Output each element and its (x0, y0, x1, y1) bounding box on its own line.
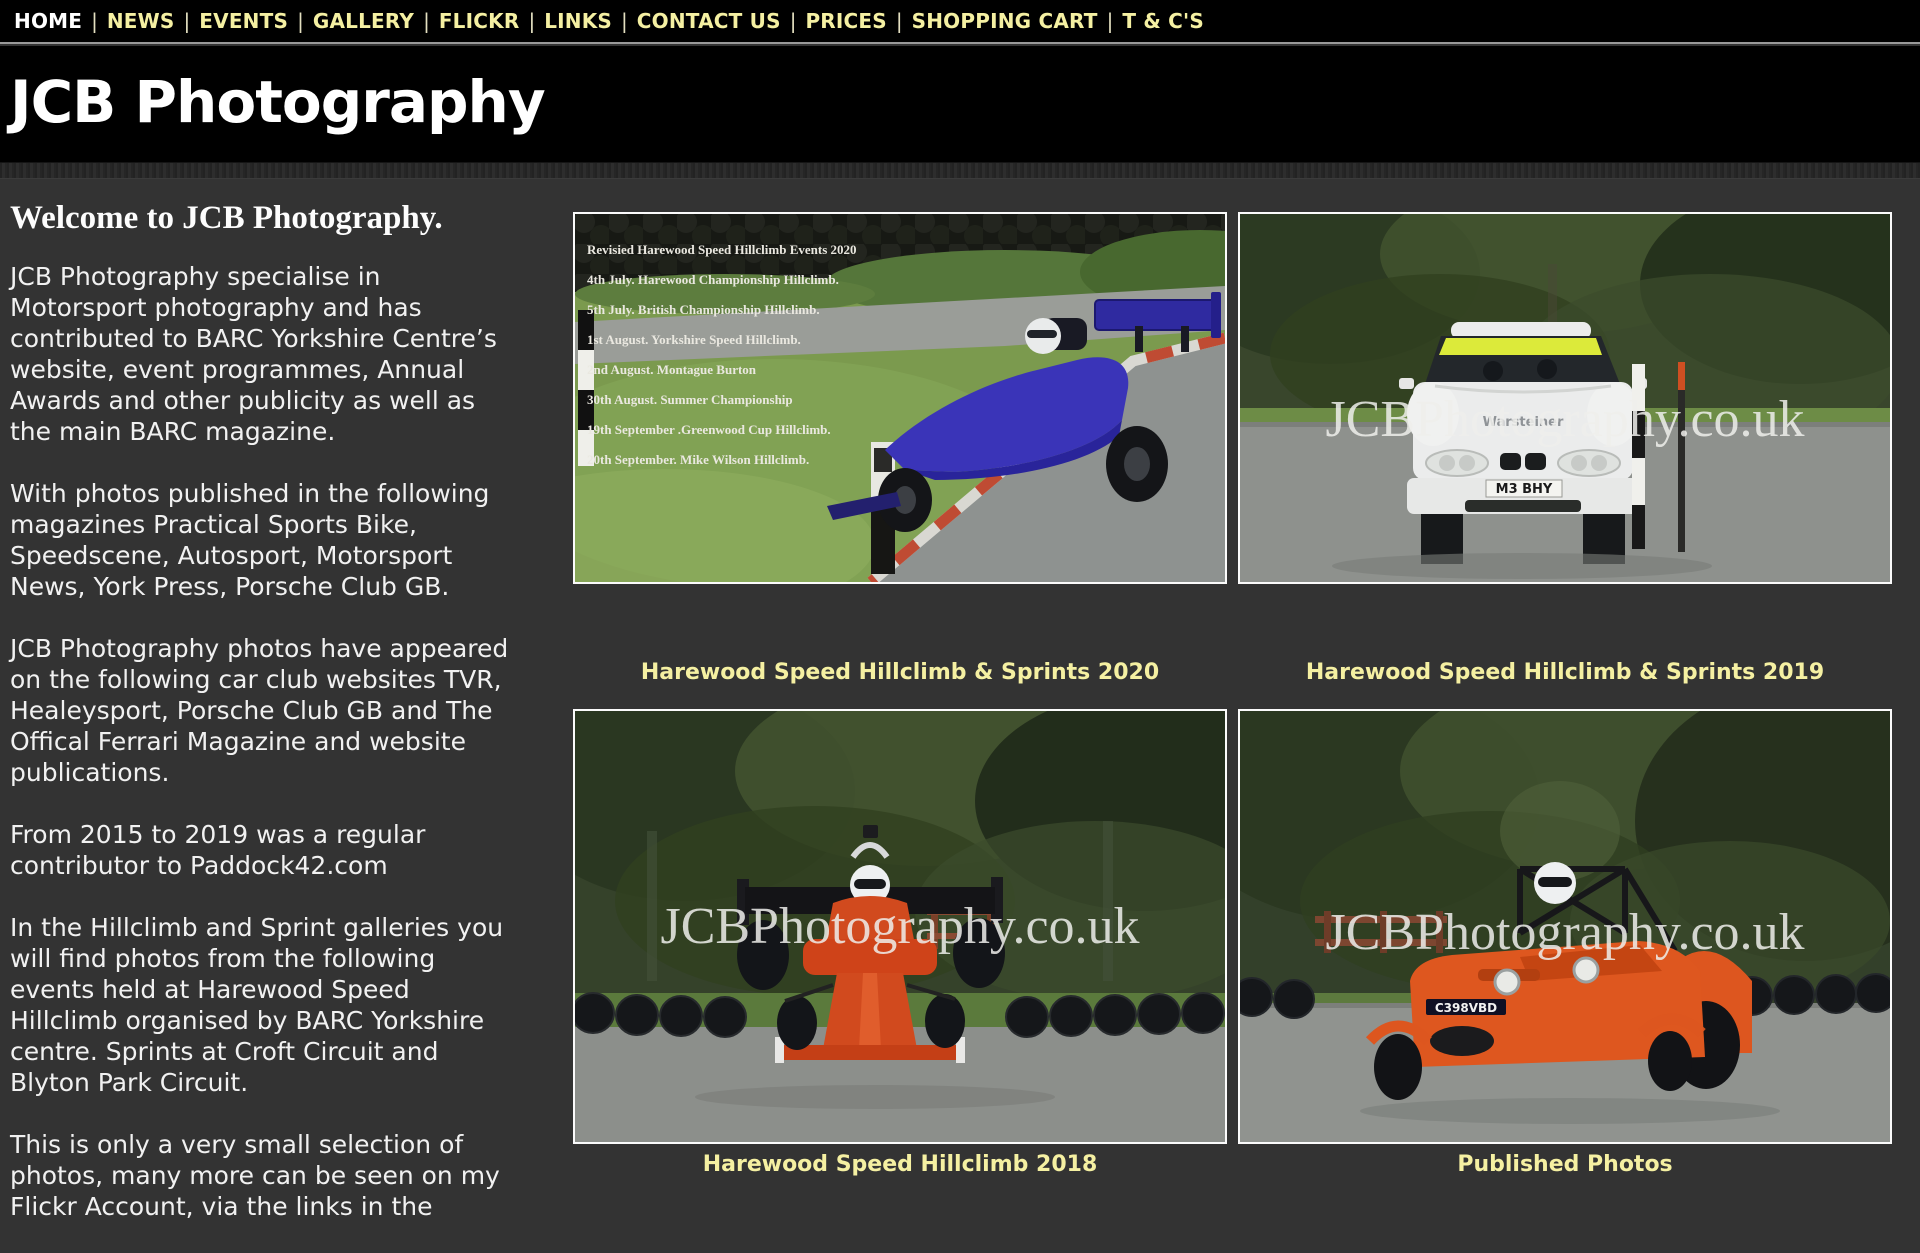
nav-item-tandcs[interactable]: T & C'S (1122, 9, 1204, 33)
watermark-text: JCBPhotography.co.uk (1325, 904, 1804, 961)
bmw-number-plate: M3 BHY (1496, 482, 1553, 497)
nav-item-prices[interactable]: PRICES (805, 9, 886, 33)
nav-separator: | (519, 9, 544, 33)
photo-published-scene: C398VBD JCBPhotography.co.uk (1240, 711, 1890, 1142)
nav-item-news[interactable]: NEWS (107, 9, 175, 33)
nav-separator: | (82, 9, 107, 33)
nav-separator: | (414, 9, 439, 33)
nav-item-events[interactable]: EVENTS (199, 9, 288, 33)
intro-paragraph: From 2015 to 2019 was a regular contribu… (10, 819, 515, 881)
svg-text:1st August. Yorkshire Speed Hi: 1st August. Yorkshire Speed Hillclimb. (587, 332, 801, 347)
nav-separator: | (887, 9, 912, 33)
kitcar-number-plate: C398VBD (1435, 1001, 1497, 1015)
photo-harewood-2020-scene: Revisied Harewood Speed Hillclimb Events… (575, 214, 1225, 582)
gallery-caption-harewood-2020[interactable]: Harewood Speed Hillclimb & Sprints 2020 (573, 660, 1227, 685)
svg-text:20th September. Mike Wilson Hi: 20th September. Mike Wilson Hillclimb. (587, 452, 809, 467)
gallery-photo-harewood-2020[interactable]: Revisied Harewood Speed Hillclimb Events… (573, 212, 1227, 584)
nav-separator: | (612, 9, 637, 33)
gallery-photo-harewood-2018[interactable]: JCBPhotography.co.uk (573, 709, 1227, 1144)
gallery-photo-published[interactable]: C398VBD JCBPhotography.co.uk (1238, 709, 1892, 1144)
gallery-photo-harewood-2019[interactable]: Warsteiner M3 BHY JCBPhotography.co.uk (1238, 212, 1892, 584)
site-header: JCB Photography (0, 46, 1920, 162)
nav-item-contact-us[interactable]: CONTACT US (637, 9, 781, 33)
nav-separator: | (781, 9, 806, 33)
intro-paragraph: JCB Photography photos have appeared on … (10, 633, 515, 788)
intro-column: Welcome to JCB Photography. JCB Photogra… (10, 200, 515, 1253)
nav-item-gallery[interactable]: GALLERY (313, 9, 414, 33)
svg-text:19th September .Greenwood Cup: 19th September .Greenwood Cup Hillclimb. (587, 422, 831, 437)
nav-separator: | (175, 9, 200, 33)
top-nav: HOME | NEWS | EVENTS | GALLERY | FLICKR … (0, 0, 1920, 44)
intro-paragraph: In the Hillclimb and Sprint galleries yo… (10, 912, 515, 1098)
gallery-caption-harewood-2019[interactable]: Harewood Speed Hillclimb & Sprints 2019 (1238, 660, 1892, 685)
nav-separator: | (1098, 9, 1123, 33)
svg-text:4th July. Harewood Championshi: 4th July. Harewood Championship Hillclim… (587, 272, 839, 287)
intro-paragraph: This is only a very small selection of p… (10, 1129, 515, 1222)
intro-paragraph: JCB Photography specialise in Motorsport… (10, 261, 515, 447)
header-texture-divider (0, 162, 1920, 179)
site-title: JCB Photography (0, 46, 1920, 136)
svg-text:30th August. Summer Championsh: 30th August. Summer Championship (587, 392, 793, 407)
svg-text:2nd August. Montague Burton: 2nd August. Montague Burton (587, 362, 757, 377)
intro-paragraph: With photos published in the following m… (10, 478, 515, 602)
gallery-caption-published[interactable]: Published Photos (1238, 1152, 1892, 1177)
watermark-text: JCBPhotography.co.uk (660, 898, 1139, 955)
photo-harewood-2018-scene: JCBPhotography.co.uk (575, 711, 1225, 1142)
welcome-heading: Welcome to JCB Photography. (10, 200, 515, 237)
nav-item-flickr[interactable]: FLICKR (439, 9, 520, 33)
nav-item-home[interactable]: HOME (14, 9, 82, 33)
gallery-caption-harewood-2018[interactable]: Harewood Speed Hillclimb 2018 (573, 1152, 1227, 1177)
watermark-text: JCBPhotography.co.uk (1325, 391, 1804, 448)
photo-harewood-2019-scene: Warsteiner M3 BHY JCBPhotography.co.uk (1240, 214, 1890, 582)
svg-text:Revisied Harewood Speed Hillcl: Revisied Harewood Speed Hillclimb Events… (587, 242, 857, 257)
nav-separator: | (288, 9, 313, 33)
nav-item-shopping-cart[interactable]: SHOPPING CART (912, 9, 1098, 33)
svg-text:5th July. British Championship: 5th July. British Championship Hillclimb… (587, 302, 820, 317)
nav-item-links[interactable]: LINKS (544, 9, 612, 33)
